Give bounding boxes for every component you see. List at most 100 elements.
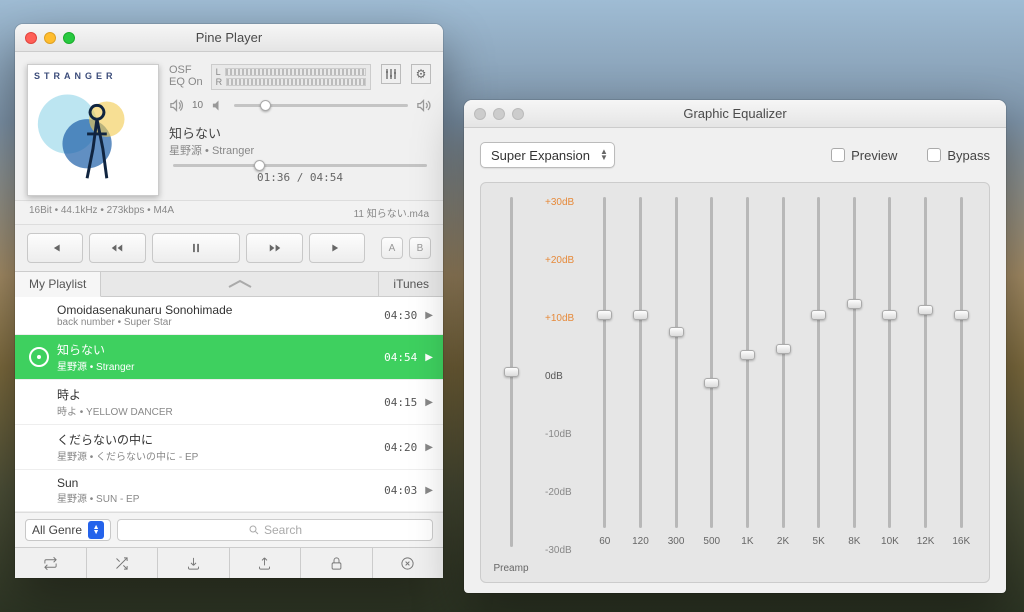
track-title: Sun	[57, 476, 376, 490]
repeat-button[interactable]	[15, 548, 87, 578]
playlist-item[interactable]: Omoidasenakunaru Sonohimadeback number •…	[15, 297, 443, 335]
export-button[interactable]	[230, 548, 302, 578]
progress-thumb[interactable]	[254, 160, 265, 171]
album-art[interactable]: STRANGER	[27, 64, 159, 196]
band-thumb[interactable]	[954, 310, 969, 320]
eq-sliders-icon[interactable]	[381, 64, 401, 84]
now-playing-title: 知らない	[169, 123, 431, 142]
zoom-icon[interactable]	[63, 32, 75, 44]
track-duration: 04:15	[384, 396, 417, 409]
player-titlebar[interactable]: Pine Player	[15, 24, 443, 52]
ab-b-button[interactable]: B	[409, 237, 431, 259]
minimize-icon[interactable]	[493, 108, 505, 120]
gear-icon[interactable]: ⚙	[411, 64, 431, 84]
band-thumb[interactable]	[847, 299, 862, 309]
band-thumb[interactable]	[811, 310, 826, 320]
ab-a-button[interactable]: A	[381, 237, 403, 259]
file-name: 11 知らない.m4a	[354, 205, 429, 220]
band-label: 16K	[952, 536, 970, 547]
eq-panel: Preamp +30dB+20dB+10dB0dB-10dB-20dB-30dB…	[480, 182, 990, 583]
band-label: 500	[703, 536, 720, 547]
tab-my-playlist[interactable]: My Playlist	[15, 272, 101, 297]
band-thumb[interactable]	[918, 305, 933, 315]
shuffle-button[interactable]	[87, 548, 159, 578]
traffic-lights	[25, 32, 75, 44]
track-duration: 04:30	[384, 309, 417, 322]
volume-thumb[interactable]	[260, 100, 271, 111]
close-icon[interactable]	[474, 108, 486, 120]
band-thumb[interactable]	[633, 310, 648, 320]
collapse-icon[interactable]	[101, 272, 378, 296]
lock-button[interactable]	[301, 548, 373, 578]
now-playing-icon	[29, 347, 49, 367]
volume-max-icon[interactable]	[416, 98, 431, 113]
now-playing-artist: 星野源 • Stranger	[169, 142, 431, 158]
play-icon[interactable]: ▶	[425, 397, 433, 408]
band-thumb[interactable]	[740, 350, 755, 360]
next-track-button[interactable]	[309, 233, 365, 263]
playlist-item[interactable]: くだらないの中に星野源 • くだらないの中に - EP04:20▶	[15, 425, 443, 470]
forward-button[interactable]	[246, 233, 302, 263]
band-thumb[interactable]	[669, 327, 684, 337]
osf-label: OSF EQ On	[169, 64, 203, 88]
db-scale: +30dB+20dB+10dB0dB-10dB-20dB-30dB	[545, 197, 574, 603]
volume-number: 10	[192, 100, 203, 111]
preview-checkbox[interactable]: Preview	[831, 148, 897, 163]
progress-slider[interactable]	[173, 164, 427, 167]
track-subtitle: 時よ • YELLOW DANCER	[57, 403, 376, 418]
track-subtitle: 星野源 • くだらないの中に - EP	[57, 448, 376, 463]
eq-band-60[interactable]: 60	[587, 197, 623, 547]
play-pause-button[interactable]	[152, 233, 241, 263]
band-thumb[interactable]	[776, 344, 791, 354]
bypass-checkbox[interactable]: Bypass	[927, 148, 990, 163]
pine-player-window: Pine Player STRANGER OSF EQ On L R	[15, 24, 443, 578]
eq-bands: 60 120300 500 1K2K5K8K 10K 12K 16K	[587, 197, 979, 547]
playlist-item[interactable]: Sun星野源 • SUN - EP04:03▶	[15, 470, 443, 512]
eq-band-2K[interactable]: 2K	[765, 197, 801, 547]
preamp-thumb[interactable]	[504, 367, 519, 377]
eq-band-1K[interactable]: 1K	[730, 197, 766, 547]
eq-band-10K[interactable]: 10K	[872, 197, 908, 547]
search-input[interactable]: Search	[117, 519, 433, 541]
tab-itunes[interactable]: iTunes	[378, 272, 443, 296]
playlist-item[interactable]: 知らない星野源 • Stranger04:54▶	[15, 335, 443, 380]
time-display: 01:36 / 04:54	[169, 171, 431, 184]
band-thumb[interactable]	[704, 378, 719, 388]
play-icon[interactable]: ▶	[425, 442, 433, 453]
eq-band-16K[interactable]: 16K	[943, 197, 979, 547]
eq-preset-select[interactable]: Super Expansion ▲▼	[480, 142, 615, 168]
play-icon[interactable]: ▶	[425, 485, 433, 496]
eq-band-500[interactable]: 500	[694, 197, 730, 547]
import-button[interactable]	[158, 548, 230, 578]
track-subtitle: back number • Super Star	[57, 317, 376, 328]
track-title: 知らない	[57, 341, 376, 358]
volume-min-icon[interactable]	[211, 98, 226, 113]
graphic-equalizer-window: Graphic Equalizer Super Expansion ▲▼ Pre…	[464, 100, 1006, 593]
zoom-icon[interactable]	[512, 108, 524, 120]
play-icon[interactable]: ▶	[425, 352, 433, 363]
track-subtitle: 星野源 • SUN - EP	[57, 490, 376, 505]
eq-band-120[interactable]: 120	[623, 197, 659, 547]
minimize-icon[interactable]	[44, 32, 56, 44]
eq-band-300[interactable]: 300	[658, 197, 694, 547]
volume-slider[interactable]	[234, 104, 408, 107]
genre-select[interactable]: All Genre ▲▼	[25, 519, 111, 541]
band-label: 12K	[917, 536, 935, 547]
band-thumb[interactable]	[882, 310, 897, 320]
playlist-item[interactable]: 時よ時よ • YELLOW DANCER04:15▶	[15, 380, 443, 425]
rewind-button[interactable]	[89, 233, 145, 263]
band-thumb[interactable]	[597, 310, 612, 320]
eq-band-12K[interactable]: 12K	[908, 197, 944, 547]
eq-band-5K[interactable]: 5K	[801, 197, 837, 547]
track-title: Omoidasenakunaru Sonohimade	[57, 303, 376, 317]
eq-titlebar[interactable]: Graphic Equalizer	[464, 100, 1006, 128]
band-label: 10K	[881, 536, 899, 547]
clear-button[interactable]	[373, 548, 444, 578]
play-icon[interactable]: ▶	[425, 310, 433, 321]
close-icon[interactable]	[25, 32, 37, 44]
audio-format: 16Bit • 44.1kHz • 273kbps • M4A	[29, 205, 174, 220]
preamp-slider[interactable]: Preamp	[491, 197, 531, 574]
eq-band-8K[interactable]: 8K	[836, 197, 872, 547]
band-label: 60	[599, 536, 610, 547]
prev-track-button[interactable]	[27, 233, 83, 263]
